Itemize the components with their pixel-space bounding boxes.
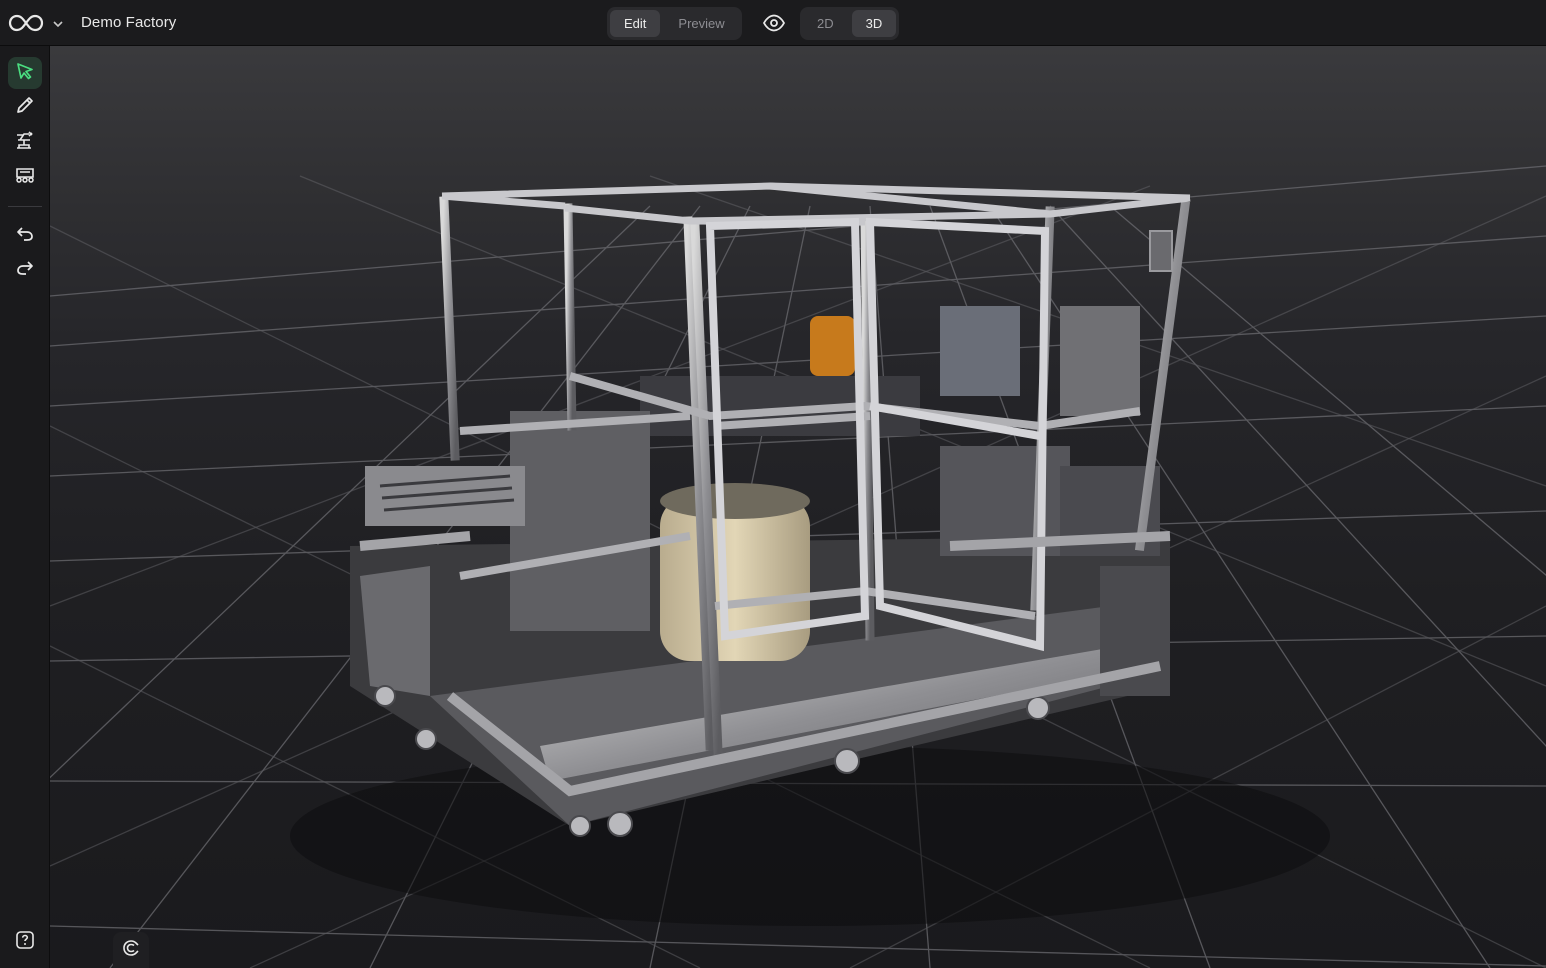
undo-button[interactable] [8, 219, 42, 251]
project-title: Demo Factory [81, 14, 177, 31]
viewport-controls [113, 932, 149, 968]
orange-robot-part [810, 316, 855, 376]
top-bar: Demo Factory Edit Preview 2D 3D [0, 0, 1546, 46]
infinity-logo-icon [8, 13, 44, 33]
machine-shadow [290, 746, 1330, 926]
cursor-arrow-icon [15, 61, 35, 86]
chevron-down-icon[interactable] [52, 17, 64, 35]
scene-canvas[interactable] [50, 46, 1546, 968]
left-toolbar [0, 46, 50, 968]
select-tool[interactable] [8, 57, 42, 89]
draw-tool[interactable] [8, 91, 42, 123]
undo-icon [15, 224, 35, 247]
app-menu-button[interactable] [8, 11, 48, 35]
toolbar-divider [8, 206, 42, 207]
view-2d-button[interactable]: 2D [803, 10, 848, 37]
eye-icon[interactable] [760, 11, 788, 35]
pencil-icon [15, 95, 35, 120]
edit-mode-button[interactable]: Edit [610, 10, 661, 37]
preview-mode-button[interactable]: Preview [664, 10, 738, 37]
help-icon [15, 930, 35, 955]
snap-magnet-button[interactable] [117, 936, 145, 964]
hopper-unit [510, 411, 650, 631]
vehicle-icon [14, 164, 36, 189]
redo-button[interactable] [8, 253, 42, 285]
redo-icon [15, 258, 35, 281]
help-button[interactable] [12, 929, 38, 955]
view-toggle: 2D 3D [800, 7, 900, 40]
machine-tool[interactable] [8, 126, 42, 158]
vehicle-tool[interactable] [8, 160, 42, 192]
3d-viewport[interactable] [50, 46, 1546, 968]
robot-arm-icon [14, 129, 36, 156]
magnet-icon [121, 938, 141, 963]
factory-machine-model [350, 182, 1191, 837]
view-3d-button[interactable]: 3D [851, 10, 897, 37]
mode-toggle: Edit Preview [607, 7, 742, 40]
